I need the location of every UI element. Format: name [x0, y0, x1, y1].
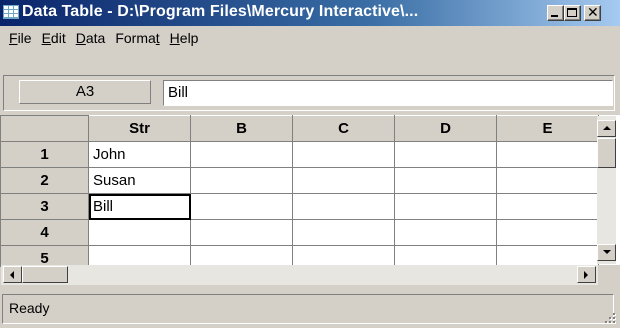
minimize-icon	[551, 15, 558, 17]
table-row: 3 Bill	[0, 193, 599, 220]
row-header[interactable]: 3	[0, 193, 89, 220]
horizontal-scroll-thumb[interactable]	[22, 266, 68, 283]
status-bar: Ready	[0, 292, 620, 328]
table-row: 1 John	[0, 141, 599, 168]
grid-cell[interactable]	[88, 245, 191, 267]
data-grid: Str B C D E 1 John 2 Susan 3 Bill 4 5	[0, 115, 620, 267]
row-header[interactable]: 4	[0, 219, 89, 246]
grid-cell[interactable]: Susan	[88, 167, 191, 194]
menu-format[interactable]: Format	[110, 27, 164, 49]
grid-icon	[3, 5, 19, 19]
scrollbar-corner	[598, 265, 620, 285]
column-header[interactable]: Str	[88, 115, 191, 142]
status-text: Ready	[9, 300, 50, 316]
maximize-button[interactable]	[564, 5, 581, 21]
grid-cell[interactable]	[190, 245, 293, 267]
grid-cell[interactable]	[394, 141, 497, 168]
menu-file[interactable]: File	[4, 27, 37, 49]
vertical-scrollbar[interactable]	[597, 116, 616, 264]
grid-cell[interactable]	[292, 141, 395, 168]
table-row: 2 Susan	[0, 167, 599, 194]
arrow-left-icon	[10, 271, 14, 279]
grid-cell[interactable]: John	[88, 141, 191, 168]
grid-cell[interactable]	[394, 167, 497, 194]
grid-cell[interactable]	[88, 219, 191, 246]
grid-cell[interactable]	[292, 245, 395, 267]
grid-table: Str B C D E 1 John 2 Susan 3 Bill 4 5	[0, 115, 599, 267]
column-header[interactable]: C	[292, 115, 395, 142]
active-grid-cell[interactable]: Bill	[88, 193, 191, 220]
menu-bar: File Edit Data Format Help	[0, 26, 620, 50]
grid-cell[interactable]	[292, 193, 395, 220]
grid-cell[interactable]	[190, 193, 293, 220]
scroll-up-button[interactable]	[597, 120, 616, 137]
select-all-corner[interactable]	[0, 115, 89, 142]
formula-bar: A3 Bill	[0, 70, 620, 114]
grid-cell[interactable]	[190, 141, 293, 168]
cell-reference[interactable]: A3	[19, 80, 151, 104]
scroll-right-button[interactable]	[577, 266, 596, 283]
row-header[interactable]: 1	[0, 141, 89, 168]
minimize-button[interactable]	[547, 5, 564, 21]
grid-cell[interactable]	[292, 167, 395, 194]
arrow-right-icon	[584, 271, 588, 279]
scroll-left-button[interactable]	[3, 266, 22, 283]
horizontal-scrollbar[interactable]	[1, 265, 598, 285]
close-icon: ✕	[587, 5, 599, 21]
cell-value-input[interactable]: Bill	[163, 80, 613, 106]
grid-cell[interactable]	[292, 219, 395, 246]
window-title: Data Table - D:\Program Files\Mercury In…	[22, 3, 419, 20]
grid-cell[interactable]	[190, 167, 293, 194]
close-button[interactable]: ✕	[584, 5, 601, 21]
grid-cell[interactable]	[496, 141, 599, 168]
row-header[interactable]: 5	[0, 245, 89, 267]
grid-cell[interactable]	[496, 167, 599, 194]
status-panel: Ready	[2, 294, 614, 324]
maximize-icon	[567, 8, 577, 17]
row-header[interactable]: 2	[0, 167, 89, 194]
grid-cell[interactable]	[190, 219, 293, 246]
menu-edit[interactable]: Edit	[37, 27, 71, 49]
grid-cell[interactable]	[496, 193, 599, 220]
title-bar[interactable]: Data Table - D:\Program Files\Mercury In…	[0, 0, 620, 26]
data-table-window: Data Table - D:\Program Files\Mercury In…	[0, 0, 620, 328]
scroll-down-button[interactable]	[597, 244, 616, 261]
grid-cell[interactable]	[496, 219, 599, 246]
grid-cell[interactable]	[394, 219, 497, 246]
grid-cell[interactable]	[394, 245, 497, 267]
menu-help[interactable]: Help	[165, 27, 204, 49]
grid-cell[interactable]	[496, 245, 599, 267]
table-row: 4	[0, 219, 599, 246]
grid-cell[interactable]	[394, 193, 497, 220]
column-header[interactable]: E	[496, 115, 599, 142]
arrow-down-icon	[603, 250, 611, 254]
column-header[interactable]: B	[190, 115, 293, 142]
arrow-up-icon	[603, 126, 611, 130]
menu-data[interactable]: Data	[71, 27, 111, 49]
vertical-scroll-thumb[interactable]	[597, 138, 616, 168]
column-header[interactable]: D	[394, 115, 497, 142]
table-row: 5	[0, 245, 599, 267]
resize-grip-icon[interactable]	[603, 311, 617, 325]
